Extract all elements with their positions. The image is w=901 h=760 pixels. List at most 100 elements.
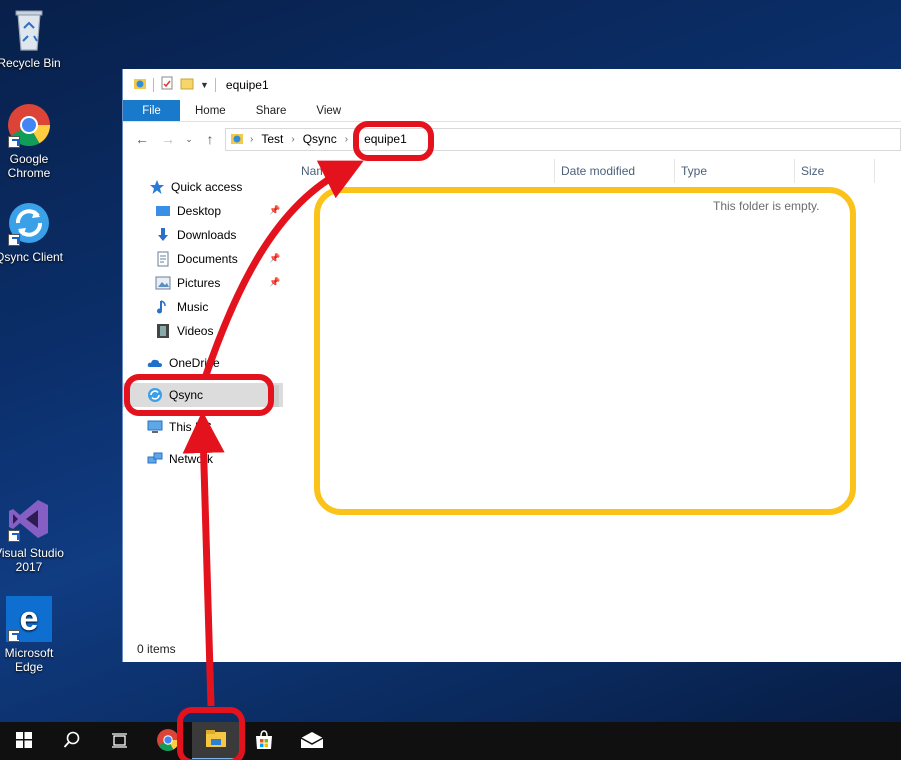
nav-item-music[interactable]: Music [123, 295, 283, 319]
nav-item-downloads[interactable]: Downloads [123, 223, 283, 247]
nav-this-pc[interactable]: This PC [123, 415, 283, 439]
title-bar: ▼ equipe1 [123, 69, 901, 100]
desktop-icon-label: Recycle Bin [0, 56, 61, 70]
file-explorer-window: ▼ equipe1 File Home Share View ← → ⌄ ↑ ›… [122, 69, 901, 662]
tab-home[interactable]: Home [180, 100, 241, 121]
shortcut-arrow-icon [8, 234, 20, 246]
task-view-icon [111, 731, 129, 752]
desktop-icon-qsync-client[interactable]: Qsync Client [0, 200, 64, 264]
recycle-bin-icon [6, 6, 52, 52]
search-button[interactable] [48, 722, 96, 760]
nav-label: Videos [177, 324, 214, 338]
mail-icon [300, 731, 324, 752]
column-date-modified[interactable]: Date modified [555, 159, 675, 183]
ribbon-tabs: File Home Share View [123, 100, 901, 122]
up-arrow-icon[interactable]: ↑ [199, 131, 221, 147]
music-icon [155, 299, 171, 315]
computer-icon [147, 419, 163, 435]
pin-icon: 📌 [269, 277, 281, 287]
breadcrumb-test[interactable]: Test [259, 132, 285, 146]
desktop-icon-visual-studio[interactable]: Visual Studio 2017 [0, 496, 64, 574]
nav-label: This PC [169, 420, 212, 434]
address-row: ← → ⌄ ↑ › Test › Qsync › equipe1 [123, 122, 901, 156]
taskbar-chrome[interactable] [144, 722, 192, 760]
nav-item-documents[interactable]: Documents 📌 [123, 247, 283, 271]
nav-label: Downloads [177, 228, 237, 242]
nav-item-pictures[interactable]: Pictures 📌 [123, 271, 283, 295]
column-type[interactable]: Type [675, 159, 795, 183]
start-button[interactable] [0, 722, 48, 760]
nav-qsync[interactable]: Qsync [123, 383, 283, 407]
new-folder-icon[interactable] [180, 76, 194, 93]
taskbar [0, 722, 901, 760]
qsync-folder-icon [230, 131, 244, 148]
desktop-icon-label: Visual Studio 2017 [0, 546, 64, 574]
desktop-icon-label: Google Chrome [7, 152, 51, 180]
tab-share[interactable]: Share [241, 100, 302, 121]
window-title: equipe1 [225, 77, 269, 92]
shortcut-arrow-icon [8, 530, 20, 542]
nav-label: Qsync [169, 388, 204, 402]
breadcrumb-separator-icon[interactable]: › [291, 134, 294, 145]
taskbar-store[interactable] [240, 722, 288, 760]
breadcrumb-qsync[interactable]: Qsync [301, 132, 339, 146]
file-explorer-icon [205, 729, 227, 752]
nav-label: Network [169, 452, 214, 466]
file-list-pane: Name Date modified Type Size This folder… [283, 159, 901, 629]
svg-text:e: e [20, 600, 39, 638]
column-size[interactable]: Size [795, 159, 875, 183]
desktop-icon-label: Microsoft Edge [4, 646, 54, 674]
tab-view[interactable]: View [301, 100, 356, 121]
status-item-count: 0 items [137, 642, 176, 656]
customize-qat-icon[interactable]: ▼ [200, 80, 209, 90]
search-icon [63, 731, 81, 752]
desktop-icon-label: Qsync Client [0, 250, 64, 264]
shortcut-arrow-icon [8, 136, 20, 148]
breadcrumb-separator-icon[interactable]: › [250, 134, 253, 145]
desktop-folder-icon [155, 203, 171, 219]
empty-folder-message: This folder is empty. [713, 199, 820, 213]
nav-scrollbar[interactable] [273, 385, 279, 407]
nav-onedrive[interactable]: OneDrive [123, 351, 283, 375]
windows-start-icon [16, 731, 32, 751]
task-view-button[interactable] [96, 722, 144, 760]
qsync-icon [6, 200, 52, 246]
network-icon [147, 451, 163, 467]
nav-network[interactable]: Network [123, 447, 283, 471]
star-icon [149, 179, 165, 195]
tab-file[interactable]: File [123, 100, 180, 121]
edge-icon: e [6, 596, 52, 642]
taskbar-file-explorer[interactable] [192, 722, 240, 760]
address-bar[interactable]: › Test › Qsync › equipe1 [225, 127, 901, 151]
recent-locations-chevron-icon[interactable]: ⌄ [183, 134, 195, 145]
pictures-icon [155, 275, 171, 291]
properties-icon[interactable] [160, 76, 174, 93]
taskbar-mail[interactable] [288, 722, 336, 760]
desktop-icon-recycle-bin[interactable]: Recycle Bin [0, 6, 64, 70]
breadcrumb-separator-icon[interactable]: › [345, 134, 348, 145]
nav-label: Music [177, 300, 209, 314]
chrome-icon [6, 102, 52, 148]
breadcrumb-equipe1[interactable]: equipe1 [362, 132, 409, 146]
documents-icon [155, 251, 171, 267]
nav-quick-access[interactable]: Quick access [123, 175, 283, 199]
downloads-icon [155, 227, 171, 243]
nav-label: OneDrive [169, 356, 220, 370]
nav-item-desktop[interactable]: Desktop 📌 [123, 199, 283, 223]
visual-studio-icon [6, 496, 52, 542]
separator [153, 77, 154, 92]
nav-label: Quick access [171, 180, 243, 194]
shortcut-arrow-icon [8, 630, 20, 642]
nav-label: Desktop [177, 204, 222, 218]
desktop-icon-google-chrome[interactable]: Google Chrome [0, 102, 64, 180]
nav-item-videos[interactable]: Videos [123, 319, 283, 343]
forward-arrow-icon[interactable]: → [157, 131, 179, 147]
videos-icon [155, 323, 171, 339]
column-name[interactable]: Name [283, 159, 555, 183]
navigation-pane: Quick access Desktop 📌 Downloads Documen… [123, 167, 283, 637]
onedrive-cloud-icon [147, 355, 163, 371]
nav-label: Pictures [177, 276, 221, 290]
desktop-icon-microsoft-edge[interactable]: e Microsoft Edge [0, 596, 64, 674]
back-arrow-icon[interactable]: ← [131, 131, 153, 147]
nav-label: Documents [177, 252, 238, 266]
